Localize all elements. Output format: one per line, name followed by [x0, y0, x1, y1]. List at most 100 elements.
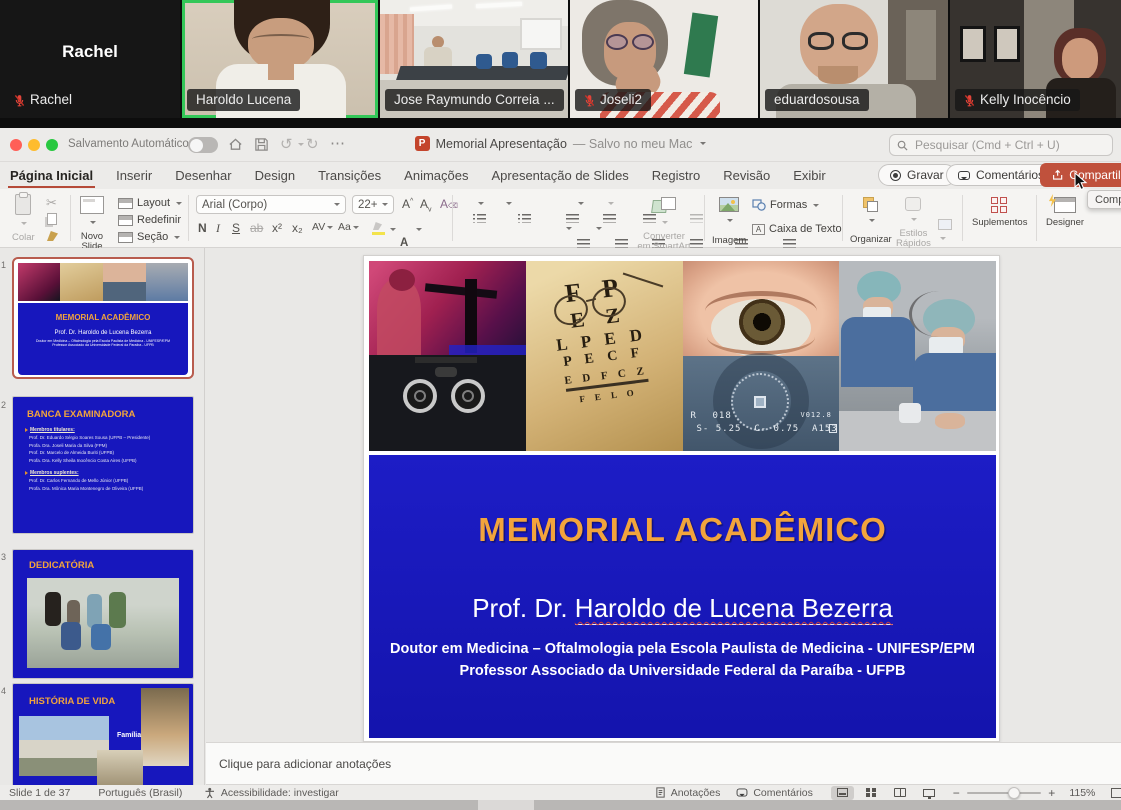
tab-inserir[interactable]: Inserir	[116, 168, 152, 183]
participant-name: Rachel	[30, 92, 72, 108]
tab-pagina-inicial[interactable]: Página Inicial	[10, 168, 93, 183]
character-spacing-button[interactable]: AV	[312, 221, 333, 233]
strikethrough-button[interactable]: ab	[250, 221, 263, 235]
video-tile-eduardo[interactable]: eduardosousa	[760, 0, 948, 118]
slide-canvas[interactable]: F P E Z L P E D P E C F E D F C Z F E L …	[363, 255, 1000, 742]
image-button[interactable]: Imagem	[712, 197, 746, 246]
normal-view-button[interactable]	[831, 786, 854, 800]
home-icon[interactable]	[228, 137, 243, 152]
quick-styles-button[interactable]: EstilosRápidos	[896, 197, 931, 249]
copy-icon[interactable]	[47, 213, 57, 225]
redo-icon[interactable]: ↻	[306, 135, 319, 153]
zoom-video-strip: Rachel Rachel Haroldo Lucena	[0, 0, 1121, 128]
zoom-out-button[interactable]: −	[953, 786, 960, 800]
undo-dropdown[interactable]	[298, 143, 304, 146]
underline-button[interactable]: S	[232, 221, 240, 235]
increase-indent-icon[interactable]	[603, 213, 616, 224]
fit-slide-icon[interactable]	[1111, 788, 1121, 798]
autorefractor-reading: S- 5.25 C- 0.75 A153	[697, 424, 838, 434]
new-slide-button[interactable]: NovoSlide	[80, 196, 104, 252]
bold-button[interactable]: N	[198, 221, 207, 235]
more-commands-icon[interactable]: ⋯	[330, 134, 345, 152]
cut-icon[interactable]: ✂	[46, 195, 57, 211]
participant-nametag: Jose Raymundo Correia ...	[385, 89, 564, 111]
zoom-slider[interactable]	[967, 792, 1042, 794]
grow-font-button[interactable]: A^	[402, 197, 413, 211]
shrink-font-button[interactable]: Av	[420, 197, 432, 213]
notes-toggle[interactable]: Anotações	[655, 787, 721, 799]
textbox-button[interactable]: A Caixa de Texto	[752, 223, 842, 235]
video-tile-rachel[interactable]: Rachel Rachel	[0, 0, 180, 118]
format-painter-icon[interactable]	[47, 231, 58, 241]
designer-button[interactable]: Designer	[1046, 197, 1084, 228]
video-tile-kelly[interactable]: Kelly Inocêncio	[950, 0, 1121, 118]
zoom-slider-knob[interactable]	[1008, 787, 1020, 799]
slide-thumbnail-1[interactable]: MEMORIAL ACADÊMICO Prof. Dr. Haroldo de …	[12, 257, 194, 379]
titlebar: Salvamento Automático ↺ ↻ ⋯ P Memorial A…	[0, 128, 1121, 162]
slide-thumbnail-4[interactable]: HISTÓRIA DE VIDA Família	[12, 683, 194, 785]
reading-view-button[interactable]	[889, 786, 912, 800]
reset-button[interactable]: Redefinir	[118, 214, 181, 226]
arrange-button[interactable]: Organizar	[850, 197, 892, 245]
tab-transicoes[interactable]: Transições	[318, 168, 381, 183]
font-size-select[interactable]: 22+	[352, 195, 394, 214]
slide-thumbnail-3[interactable]: DEDICATÓRIA	[12, 549, 194, 679]
thumb1-author: Prof. Dr. Haroldo de Lucena Bezerra	[18, 330, 188, 336]
numbering-icon[interactable]	[518, 213, 531, 224]
tab-animacoes[interactable]: Animações	[404, 168, 468, 183]
undo-icon[interactable]: ↺	[280, 135, 293, 153]
slide-thumbnail-panel: 1 2 3 4 MEMORIAL ACADÊMICO Prof. Dr. Har…	[0, 248, 205, 785]
subscript-button[interactable]: x₂	[292, 221, 303, 235]
slide-thumbnail-2[interactable]: BANCA EXAMINADORA Membros titulares: Pro…	[12, 396, 194, 534]
close-window-button[interactable]	[10, 139, 22, 151]
superscript-button[interactable]: x²	[272, 221, 282, 235]
addins-button[interactable]: Suplementos	[972, 197, 1027, 228]
glasses	[606, 34, 628, 50]
zoom-percentage[interactable]: 115%	[1069, 787, 1095, 799]
comments-toggle[interactable]: Comentários	[736, 787, 813, 799]
font-name-select[interactable]: Arial (Corpo)	[196, 195, 346, 214]
participant-nametag: Rachel	[5, 89, 81, 111]
shape-format-button[interactable]	[938, 219, 952, 248]
slideshow-button[interactable]	[918, 786, 941, 800]
tab-revisao[interactable]: Revisão	[723, 168, 770, 183]
notes-panel[interactable]: Clique para adicionar anotações	[206, 742, 1121, 785]
mouse-cursor	[1074, 172, 1089, 191]
participant-name: Haroldo Lucena	[196, 92, 291, 108]
tab-apresentacao-de-slides[interactable]: Apresentação de Slides	[491, 168, 628, 183]
tab-design[interactable]: Design	[255, 168, 295, 183]
decrease-indent-icon[interactable]	[566, 213, 579, 224]
accessibility-status[interactable]: Acessibilidade: investigar	[221, 787, 339, 799]
tab-exibir[interactable]: Exibir	[793, 168, 826, 183]
save-icon[interactable]	[254, 137, 269, 152]
thumb1-collage	[18, 263, 188, 301]
video-tile-joseli[interactable]: Joseli2	[570, 0, 758, 118]
tab-registro[interactable]: Registro	[652, 168, 700, 183]
collage-eye-refraction: R 018 V012.8 S- 5.25 C- 0.75 A153	[683, 261, 840, 451]
italic-button[interactable]: I	[216, 221, 220, 236]
document-save-status[interactable]: — Salvo no meu Mac	[573, 137, 693, 151]
paste-button[interactable]: Colar	[12, 194, 35, 243]
video-tile-jose[interactable]: Jose Raymundo Correia ...	[380, 0, 568, 118]
layout-button[interactable]: Layout	[118, 197, 182, 209]
tab-desenhar[interactable]: Desenhar	[175, 168, 231, 183]
search-input[interactable]	[913, 137, 1093, 153]
language-indicator[interactable]: Português (Brasil)	[98, 787, 182, 799]
clear-formatting-button[interactable]: A⌫	[440, 197, 458, 211]
section-button[interactable]: Seção	[118, 231, 180, 243]
minimize-window-button[interactable]	[28, 139, 40, 151]
zoom-window-button[interactable]	[46, 139, 58, 151]
bullets-icon[interactable]	[473, 213, 486, 224]
record-button[interactable]: Gravar	[878, 164, 956, 186]
autosave-toggle[interactable]	[188, 137, 218, 153]
zoom-in-button[interactable]: +	[1048, 786, 1055, 800]
slide-sorter-view-button[interactable]	[860, 786, 883, 800]
text-highlight-icon[interactable]	[372, 222, 386, 235]
video-tile-haroldo[interactable]: Haroldo Lucena	[182, 0, 378, 118]
shapes-button[interactable]: Formas	[752, 199, 819, 211]
thumb4-caption: Família	[117, 732, 141, 739]
change-case-button[interactable]: Aa	[338, 221, 359, 233]
participant-nametag: eduardosousa	[765, 89, 869, 111]
search-box[interactable]	[889, 134, 1113, 156]
convert-smartart-button[interactable]: Converterem SmartArt	[628, 197, 700, 252]
